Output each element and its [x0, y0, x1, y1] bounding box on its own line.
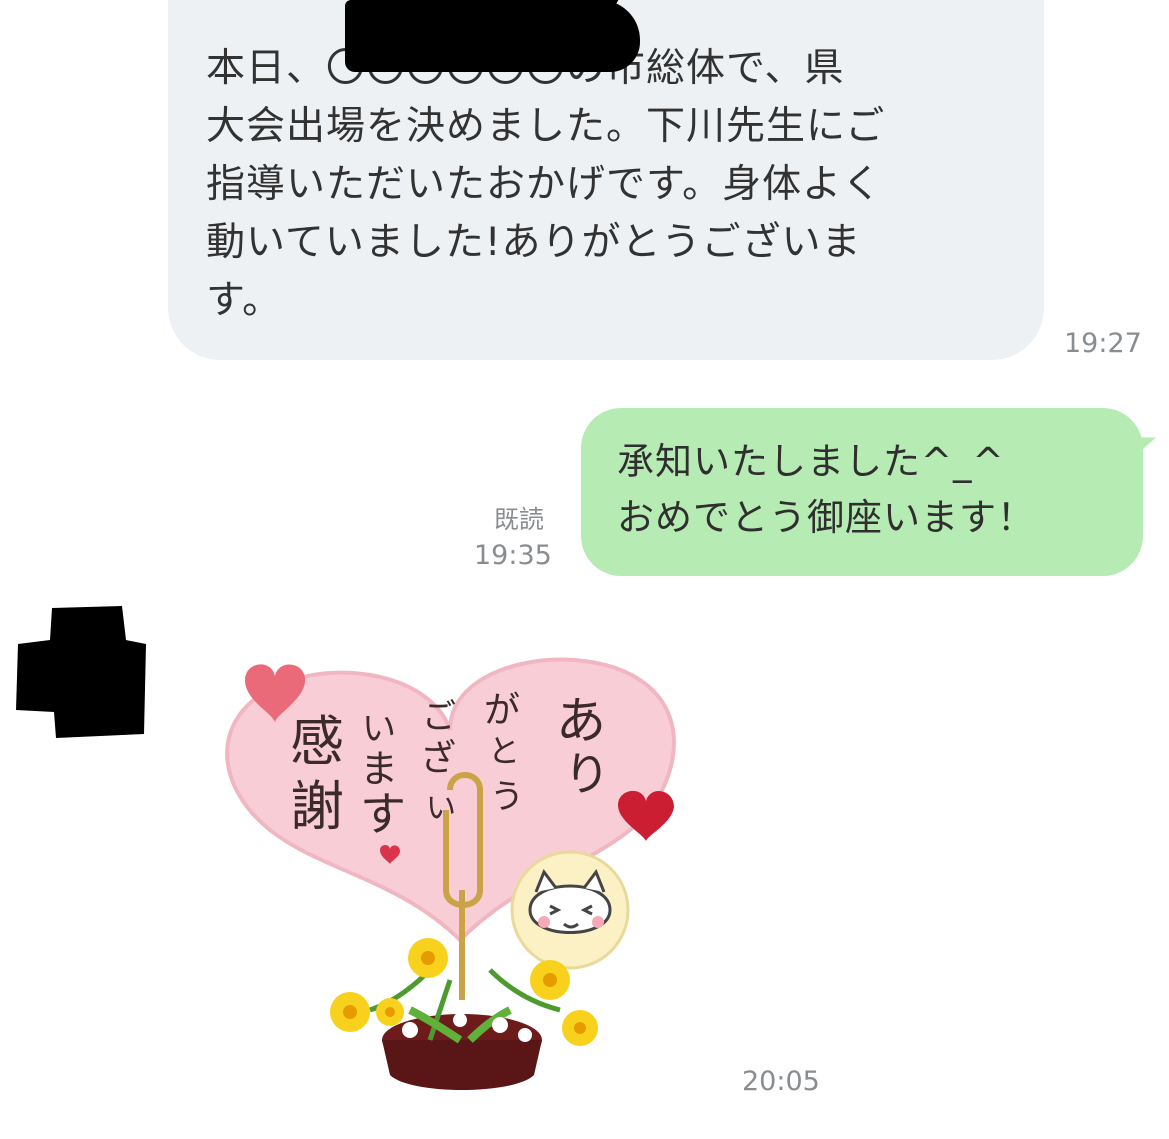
svg-text:謝: 謝: [290, 775, 344, 838]
svg-text:す: す: [360, 787, 406, 841]
thank-you-sticker[interactable]: 感 謝 い ま す ご ざ い が と う あ り: [200, 640, 700, 1100]
bubble-tail: [1128, 428, 1160, 456]
svg-text:り: り: [564, 747, 610, 801]
message-timestamp: 19:27: [1064, 328, 1142, 359]
svg-text:う: う: [490, 777, 524, 817]
svg-text:ご: ご: [422, 697, 456, 737]
pot-body: [382, 1040, 542, 1090]
svg-text:と: と: [488, 732, 520, 770]
outgoing-message-bubble[interactable]: 承知いたしました^_^ おめでとう御座います！: [581, 408, 1160, 576]
avatar[interactable]: [10, 600, 148, 740]
svg-text:ざ: ざ: [420, 738, 456, 779]
svg-text:い: い: [362, 709, 396, 749]
read-receipt: 既読: [494, 505, 545, 534]
svg-text:感: 感: [290, 710, 344, 773]
message-timestamp: 19:35: [474, 540, 552, 571]
message-text: 承知いたしました^_^ おめでとう御座います！: [617, 440, 1035, 539]
svg-text:あ: あ: [556, 692, 606, 750]
svg-text:い: い: [426, 791, 456, 826]
svg-text:が: が: [484, 690, 520, 731]
message-timestamp: 20:05: [742, 1066, 820, 1097]
svg-text:ま: ま: [360, 747, 398, 791]
message-text: 本日、〇〇〇〇〇〇の市総体で、県 大会出場を決めました。下川先生にご 指導いただ…: [206, 46, 886, 323]
